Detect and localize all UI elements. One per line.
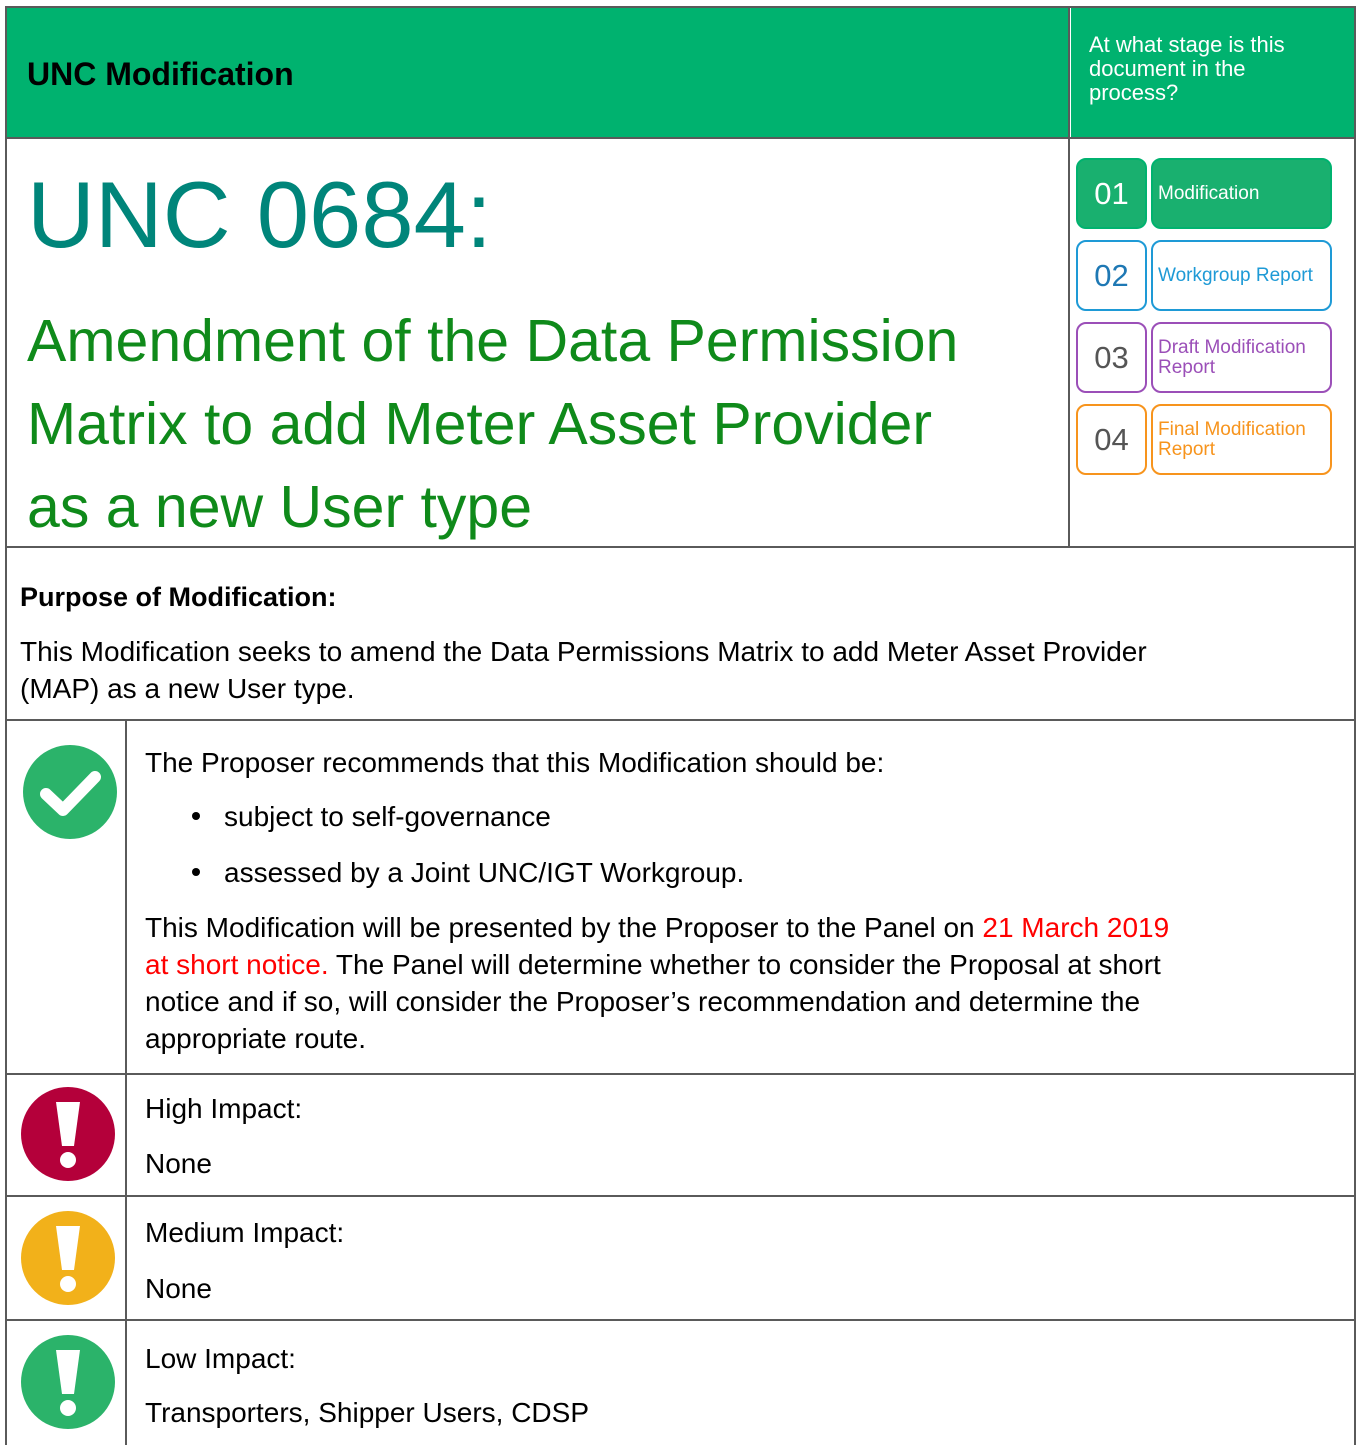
recommendation-bullet: assessed by a Joint UNC/IGT Workgroup. — [224, 857, 745, 888]
bullet — [192, 868, 200, 876]
low-impact-label: Low Impact: — [145, 1343, 296, 1374]
stage-number: 02 — [1076, 240, 1147, 311]
medium-impact-value: None — [145, 1273, 212, 1304]
modification-title-line: Amendment of the Data Permission — [27, 308, 959, 374]
exclamation-medium-icon — [21, 1211, 115, 1305]
low-impact-value: Transporters, Shipper Users, CDSP — [145, 1397, 589, 1428]
medium-impact-label: Medium Impact: — [145, 1217, 345, 1248]
purpose-divider — [5, 719, 1356, 721]
high-impact-label: High Impact: — [145, 1093, 303, 1124]
stage-number: 04 — [1076, 404, 1147, 475]
panel-date: 21 March 2019 — [982, 912, 1170, 943]
stage-label: Final Modification Report — [1151, 404, 1332, 475]
stage-column-divider — [1068, 6, 1070, 548]
purpose-heading: Purpose of Modification: — [20, 582, 337, 612]
purpose-text-line: This Modification seeks to amend the Dat… — [20, 636, 1147, 667]
stage-label: Draft Modification Report — [1151, 322, 1332, 393]
stage-number: 01 — [1076, 158, 1147, 229]
recommendation-intro: The Proposer recommends that this Modifi… — [145, 747, 885, 778]
stage-number: 03 — [1076, 322, 1147, 393]
paragraph-text: This Modification will be presented by t… — [145, 912, 983, 943]
recommendation-divider — [5, 1073, 1356, 1075]
bullet — [192, 812, 200, 820]
header-divider — [5, 137, 1356, 139]
stage-label: Modification — [1151, 158, 1332, 229]
exclamation-high-icon — [21, 1087, 115, 1181]
modification-number: UNC 0684: — [27, 162, 492, 267]
high-impact-value: None — [145, 1148, 212, 1179]
stage-label: Workgroup Report — [1151, 240, 1332, 311]
modification-title-line: as a new User type — [27, 474, 533, 540]
recommendation-paragraph-line: notice and if so, will consider the Prop… — [145, 986, 1141, 1017]
stage-question: At what stage is this document in the pr… — [1089, 32, 1285, 105]
paragraph-text: The Panel will determine whether to cons… — [328, 949, 1161, 980]
recommendation-paragraph-line: appropriate route. — [145, 1023, 367, 1054]
exclamation-low-icon — [21, 1335, 115, 1429]
medium-impact-divider — [5, 1319, 1356, 1321]
short-notice-text: at short notice. — [145, 949, 329, 980]
check-circle-icon — [23, 745, 117, 839]
header-title: UNC Modification — [27, 56, 294, 92]
recommendation-bullet: subject to self-governance — [224, 801, 551, 832]
recommendation-paragraph-line: at short notice. The Panel will determin… — [145, 948, 1161, 982]
icon-column-divider — [125, 719, 127, 1445]
recommendation-paragraph-line: This Modification will be presented by t… — [145, 911, 1169, 945]
modification-title: Amendment of the Data Permission Matrix … — [27, 300, 1067, 549]
document-page: UNC Modification At what stage is this d… — [0, 0, 1361, 1445]
modification-title-line: Matrix to add Meter Asset Provider — [27, 391, 933, 457]
purpose-text-line: (MAP) as a new User type. — [20, 673, 355, 704]
high-impact-divider — [5, 1195, 1356, 1197]
